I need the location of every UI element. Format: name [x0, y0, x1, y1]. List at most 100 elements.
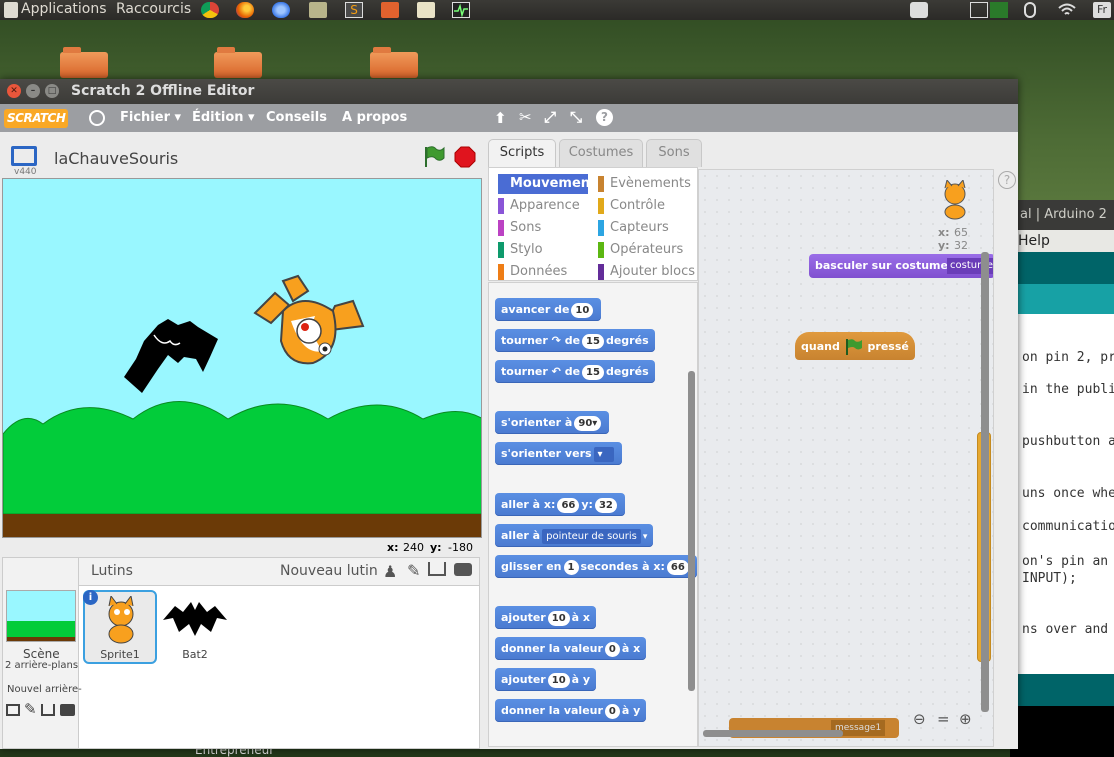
block-move[interactable]: avancer de 10: [495, 298, 602, 321]
block-categories: Mouvement Evènements Apparence Contrôle …: [488, 167, 698, 281]
wifi-icon[interactable]: [1057, 2, 1077, 18]
category-more-blocks[interactable]: Ajouter blocs: [598, 262, 695, 282]
paint-new-sprite-icon[interactable]: ✎: [407, 561, 420, 580]
applications-menu-icon[interactable]: [4, 2, 18, 18]
block-turn-left[interactable]: tourner ↶ de 15 degrés: [495, 360, 655, 383]
block-go-to-xy[interactable]: aller à x: 66 y: 32: [495, 493, 625, 516]
presentation-mode-icon[interactable]: [11, 146, 37, 166]
bulb-icon[interactable]: [1024, 2, 1036, 18]
project-title[interactable]: laChauveSouris: [54, 149, 178, 168]
block-point-towards[interactable]: s'orienter vers ▾: [495, 442, 622, 465]
sprite-name: Bat2: [182, 648, 208, 661]
green-flag-icon[interactable]: [422, 145, 446, 169]
block-turn-right[interactable]: tourner ↷ de 15 degrés: [495, 329, 655, 352]
block-go-to[interactable]: aller à pointeur de souris ▾: [495, 524, 654, 547]
camera-backdrop-icon[interactable]: [60, 704, 75, 716]
tab-costumes[interactable]: Costumes: [559, 139, 643, 167]
scene-thumbnail[interactable]: [6, 590, 76, 642]
category-events[interactable]: Evènements: [598, 174, 691, 194]
notification-check-icon[interactable]: [990, 2, 1008, 18]
menu-file[interactable]: Fichier ▾: [120, 110, 181, 125]
arduino-ide-window[interactable]: al | Arduino 2 Help on pin 2, pr in the …: [1010, 200, 1114, 757]
code-line: INPUT);: [1022, 571, 1077, 586]
system-monitor-icon[interactable]: [452, 2, 470, 18]
files-icon[interactable]: [309, 2, 327, 18]
block-set-x[interactable]: donner la valeur 0 à x: [495, 637, 647, 660]
new-backdrop-label: Nouvel arrière-: [7, 684, 82, 695]
category-operators[interactable]: Opérateurs: [598, 240, 683, 260]
category-sound[interactable]: Sons: [498, 218, 541, 238]
scripts-horizontal-scrollbar[interactable]: [703, 730, 843, 737]
choose-sprite-library-icon[interactable]: ♟: [383, 562, 397, 581]
sprite-x-value: 65: [954, 226, 968, 239]
zoom-in-icon[interactable]: ⊕: [959, 710, 972, 728]
category-control[interactable]: Contrôle: [598, 196, 665, 216]
help-tips-icon[interactable]: ?: [998, 171, 1016, 189]
sublime-text-icon[interactable]: S: [345, 2, 363, 18]
arduino-help-menu[interactable]: Help: [1010, 230, 1114, 252]
maximize-window-button[interactable]: □: [45, 84, 59, 98]
chrome-icon[interactable]: [201, 2, 219, 18]
tab-scripts[interactable]: Scripts: [488, 139, 556, 167]
block-point-direction[interactable]: s'orienter à 90▾: [495, 411, 610, 434]
scripts-area[interactable]: x: 65 y: 32 basculer sur costume costume…: [698, 169, 994, 747]
block-glide[interactable]: glisser en 1 secondes à x: 66: [495, 555, 697, 578]
stop-sign-icon[interactable]: [454, 146, 476, 168]
zoom-out-icon[interactable]: ⊖: [913, 710, 926, 728]
scratch-app-icon[interactable]: [417, 2, 435, 18]
stage-canvas[interactable]: [2, 178, 482, 538]
script-block-when-flag-clicked[interactable]: quand pressé: [795, 332, 915, 360]
desktop-folder-icon[interactable]: [370, 47, 418, 78]
desktop-folder-icon[interactable]: [214, 47, 262, 78]
bat-sprite[interactable]: [118, 317, 223, 397]
paint-backdrop-icon[interactable]: ✎: [24, 700, 37, 718]
minimize-window-button[interactable]: –: [26, 84, 40, 98]
grow-icon[interactable]: ⤢: [544, 108, 556, 126]
sprite-thumbnail-bat2[interactable]: Bat2: [159, 590, 231, 662]
menu-about[interactable]: A propos: [342, 110, 407, 125]
scripts-vertical-scrollbar[interactable]: [981, 252, 989, 712]
script-block-switch-costume[interactable]: basculer sur costume costume: [809, 254, 993, 278]
camera-sprite-icon[interactable]: [454, 563, 472, 576]
mail-icon[interactable]: [970, 2, 988, 18]
scratch-logo[interactable]: SCRATCH: [4, 109, 69, 128]
sprite-thumbnail-sprite1[interactable]: i Sprite1: [83, 590, 157, 664]
sprite-info-icon[interactable]: i: [83, 590, 98, 605]
upload-backdrop-icon[interactable]: [41, 704, 55, 716]
close-window-button[interactable]: ✕: [7, 84, 21, 98]
tab-sounds[interactable]: Sons: [646, 139, 702, 167]
menu-tips[interactable]: Conseils: [266, 110, 327, 125]
folder-app-icon[interactable]: [381, 2, 399, 18]
duplicate-stamp-icon[interactable]: ⬆: [494, 109, 507, 127]
stage-header: v440 laChauveSouris: [0, 139, 484, 177]
firefox-icon[interactable]: [236, 2, 254, 18]
category-data[interactable]: Données: [498, 262, 567, 282]
zoom-reset-icon[interactable]: =: [937, 710, 950, 728]
shrink-icon[interactable]: ⤡: [570, 108, 582, 126]
chromium-icon[interactable]: [272, 2, 290, 18]
language-globe-icon[interactable]: [89, 110, 105, 126]
keyboard-layout-indicator[interactable]: Fr: [1093, 2, 1111, 18]
category-sensing[interactable]: Capteurs: [598, 218, 669, 238]
help-icon[interactable]: ?: [596, 109, 613, 126]
code-line: pushbutton a: [1022, 434, 1114, 449]
delete-scissors-icon[interactable]: ✂: [519, 108, 532, 126]
menu-edit[interactable]: Édition ▾: [192, 110, 255, 125]
code-line: ns over and o: [1022, 622, 1114, 637]
block-palette: avancer de 10 tourner ↷ de 15 degrés tourne…: [488, 282, 698, 747]
shortcuts-menu[interactable]: Raccourcis: [116, 0, 191, 18]
upload-sprite-icon[interactable]: [428, 562, 446, 576]
dropdown-arrow-icon[interactable]: ▾: [593, 446, 614, 462]
block-change-y[interactable]: ajouter 10 à y: [495, 668, 597, 691]
cat-sprite-upside-down[interactable]: [253, 271, 368, 376]
category-motion[interactable]: Mouvement: [498, 174, 596, 194]
backdrop-library-icon[interactable]: [6, 704, 20, 716]
applications-menu[interactable]: Applications: [21, 0, 107, 18]
category-pen[interactable]: Stylo: [498, 240, 543, 260]
block-change-x[interactable]: ajouter 10 à x: [495, 606, 597, 629]
block-set-y[interactable]: donner la valeur 0 à y: [495, 699, 647, 722]
palette-scrollbar[interactable]: [688, 371, 695, 691]
screenshot-icon[interactable]: [910, 2, 928, 18]
category-looks[interactable]: Apparence: [498, 196, 580, 216]
desktop-folder-icon[interactable]: [60, 47, 108, 78]
